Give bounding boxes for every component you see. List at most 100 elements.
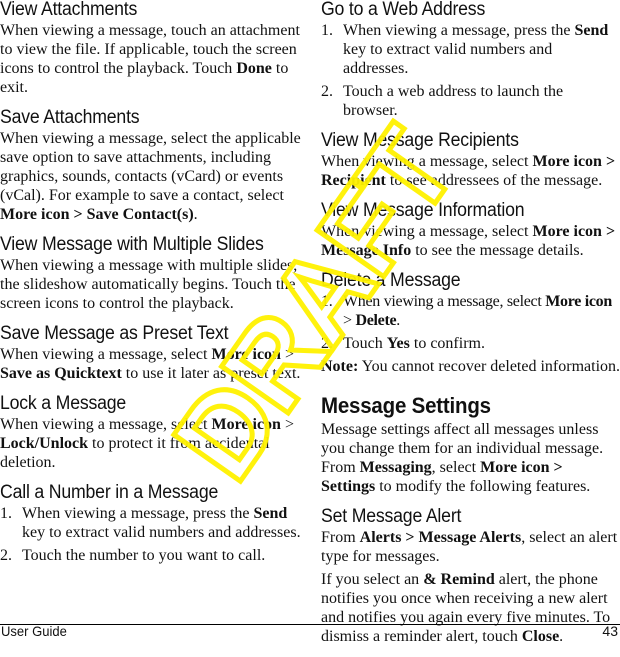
section-message-settings: Message Settings Message settings affect… [321,394,620,496]
text: Touch the number to you want to call. [22,547,266,564]
heading-message-settings: Message Settings [321,393,491,418]
text: . [193,206,198,223]
heading-multiple-slides: View Message with Multiple Slides [0,234,264,255]
text: to use it later as preset text. [121,365,301,382]
paragraph-message-settings: Message settings affect all messages unl… [321,420,620,496]
text: When viewing a message, press the [22,505,254,522]
paragraph-message-alert-1: From Alerts > Message Alerts, select an … [321,528,620,566]
text: key to extract valid numbers and address… [343,41,553,77]
heading-recipients: View Message Recipients [321,130,519,151]
paragraph-recipients: When viewing a message, select More icon… [321,152,620,190]
text: to confirm. [409,335,485,352]
text: > [280,416,294,433]
bold-term: Done [236,60,272,77]
bold-term: Send [253,505,288,522]
step-number: 1. [321,22,333,39]
bold-term: More icon [545,293,612,310]
heading-web-address: Go to a Web Address [321,0,486,20]
bold-term: More icon > [532,223,616,240]
text: When viewing a message, select [0,346,212,363]
section-call-number: Call a Number in a Message 1. When viewin… [0,483,302,565]
page-number: 43 [602,623,618,639]
text: > [343,312,356,329]
bold-term: Recipient [321,172,386,189]
note-label: Note: [321,358,359,375]
text: Touch [343,335,387,352]
bold-term: Messaging [359,459,432,476]
text: , select [431,459,481,476]
bold-term: More icon > [532,153,616,170]
footer-title: User Guide [1,623,67,639]
text: to see the message details. [411,242,584,259]
section-information: View Message Information When viewing a … [321,201,620,260]
heading-call-number: Call a Number in a Message [0,482,219,503]
step-number: 2. [321,335,333,352]
section-web-address: Go to a Web Address 1. When viewing a mes… [321,0,620,120]
footer-divider [0,624,620,625]
heading-save-attachments: Save Attachments [0,107,140,128]
right-column: Go to a Web Address 1. When viewing a mes… [321,0,620,657]
heading-information: View Message Information [321,200,525,221]
step-number: 2. [0,547,12,564]
section-save-attachments: Save Attachments When viewing a message,… [0,108,302,224]
text: When viewing a message, select [0,416,212,433]
list-item: 1. When viewing a message, press the Send… [0,504,302,542]
steps-web-address: 1. When viewing a message, press the Send… [321,21,620,120]
text: When viewing a message, press the [343,22,575,39]
bold-term: Delete [355,312,397,329]
step-number: 1. [0,505,12,522]
paragraph-message-alert-2: If you select an & Remind alert, the pho… [321,570,620,646]
text: to modify the following features. [375,478,591,495]
text: . [396,312,400,329]
heading-delete-message: Delete a Message [321,270,461,291]
section-multiple-slides: View Message with Multiple Slides When v… [0,235,302,313]
bold-term: More icon > Save Contact(s) [0,206,194,223]
note: Note: You cannot recover deleted informa… [321,357,620,376]
list-item: 2. Touch Yes to confirm. [321,334,620,353]
heading-message-alert: Set Message Alert [321,506,462,527]
bold-term: Message Info [321,242,412,259]
section-message-alert: Set Message Alert From Alerts > Message … [321,507,620,646]
text: key to extract valid numbers and address… [22,524,301,541]
text: Touch a web address to launch the browse… [343,83,564,119]
paragraph-multiple-slides: When viewing a message with multiple sli… [0,257,298,312]
bold-term: Yes [386,335,410,352]
paragraph-save-attachments: When viewing a message, select the appli… [0,129,302,224]
text: to see addressees of the message. [385,172,603,189]
section-delete-message: Delete a Message 1. When viewing a messag… [321,271,620,376]
bold-term: Send [574,22,609,39]
text: > [280,346,294,363]
list-item: 1. When viewing a message, select More ic… [321,292,620,330]
heading-preset-text: Save Message as Preset Text [0,323,229,344]
note-text: You cannot recover deleted information. [358,358,620,375]
text: When viewing a message, select [321,153,533,170]
text: When viewing a message, select the appli… [0,130,301,204]
paragraph-view-attachments: When viewing a message, touch an attachm… [0,21,302,97]
bold-term: Lock/Unlock [0,435,89,452]
section-view-attachments: View Attachments When viewing a message,… [0,0,302,97]
paragraph-lock-message: When viewing a message, select More icon… [0,415,302,472]
bold-term: More icon [211,346,281,363]
steps-delete-message: 1. When viewing a message, select More ic… [321,292,620,353]
paragraph-preset-text: When viewing a message, select More icon… [0,345,302,383]
paragraph-information: When viewing a message, select More icon… [321,222,620,260]
heading-view-attachments: View Attachments [0,0,138,20]
bold-term: Alerts > Message Alerts [359,529,522,546]
text: When viewing a message, select [321,223,533,240]
heading-lock-message: Lock a Message [0,393,127,414]
list-item: 2. Touch a web address to launch the brow… [321,82,620,120]
list-item: 1. When viewing a message, press the Send… [321,21,620,78]
step-number: 1. [321,293,333,310]
text: If you select an [321,571,424,588]
text: When viewing a message, select [343,293,546,310]
section-preset-text: Save Message as Preset Text When viewing… [0,324,302,383]
section-recipients: View Message Recipients When viewing a m… [321,131,620,190]
bold-term: More icon [211,416,281,433]
text: From [321,529,360,546]
section-lock-message: Lock a Message When viewing a message, s… [0,394,302,472]
step-number: 2. [321,83,333,100]
left-column: View Attachments When viewing a message,… [0,0,302,576]
steps-call-number: 1. When viewing a message, press the Send… [0,504,302,565]
list-item: 2. Touch the number to you want to call. [0,546,302,565]
bold-term: Save as Quicktext [0,365,122,382]
